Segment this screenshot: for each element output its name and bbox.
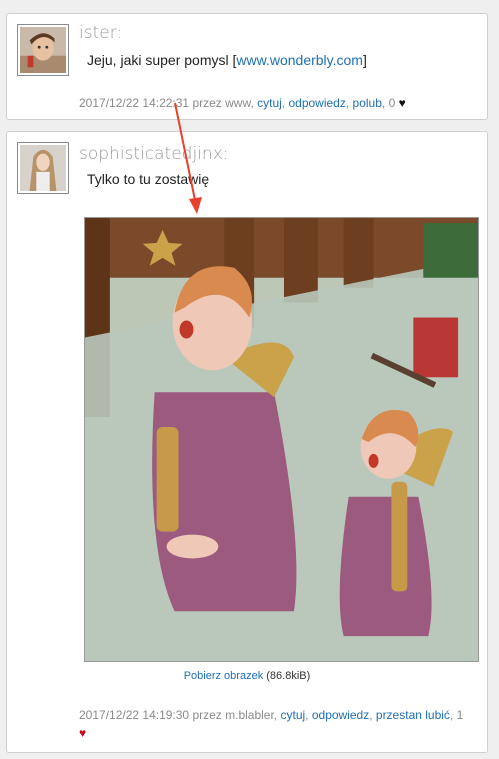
angel-figurines-photo (85, 218, 478, 661)
like-link[interactable]: polub (353, 96, 382, 110)
comment-timestamp: 2017/12/22 14:22:31 przez www, (79, 96, 258, 110)
comment-meta: 2017/12/22 14:22:31 przez www, cytuj, od… (79, 96, 406, 110)
attached-image[interactable] (84, 217, 479, 662)
comment-author[interactable]: ister: (79, 23, 122, 43)
comment-card: sophisticatedjinx: Tylko to tu zostawię (6, 131, 488, 753)
reply-link[interactable]: odpowiedz (312, 708, 369, 722)
heart-icon: ♥ (79, 726, 87, 740)
heart-icon: ♥ (398, 96, 406, 110)
comment-author[interactable]: sophisticatedjinx: (79, 144, 228, 164)
download-row: Pobierz obrazek (86.8kiB) (7, 670, 487, 682)
comment-body: Tylko to tu zostawię (87, 171, 210, 187)
unlike-link[interactable]: przestan lubić (376, 708, 450, 722)
like-count: 1 (456, 708, 464, 722)
quote-link[interactable]: cytuj (280, 708, 305, 722)
avatar-photo (20, 145, 66, 191)
comment-body-prefix: Jeju, jaki super pomysl [ (87, 52, 237, 68)
comment-card: ister: Jeju, jaki super pomysl [www.wond… (6, 13, 488, 120)
like-count: 0 (388, 96, 396, 110)
comment-body-suffix: ] (362, 52, 367, 68)
reply-link[interactable]: odpowiedz (288, 96, 345, 110)
avatar[interactable] (17, 24, 69, 76)
download-size: (86.8kiB) (266, 670, 311, 682)
quote-link[interactable]: cytuj (257, 96, 282, 110)
download-image-link[interactable]: Pobierz obrazek (184, 670, 264, 682)
comment-timestamp: 2017/12/22 14:19:30 przez m.blabler, (79, 708, 281, 722)
comment-body-link[interactable]: www.wonderbly.com (236, 52, 363, 68)
comment-meta: 2017/12/22 14:19:30 przez m.blabler, cyt… (79, 708, 464, 740)
comment-body: Jeju, jaki super pomysl [www.wonderbly.c… (87, 52, 367, 68)
avatar-photo (20, 27, 66, 73)
avatar[interactable] (17, 142, 69, 194)
